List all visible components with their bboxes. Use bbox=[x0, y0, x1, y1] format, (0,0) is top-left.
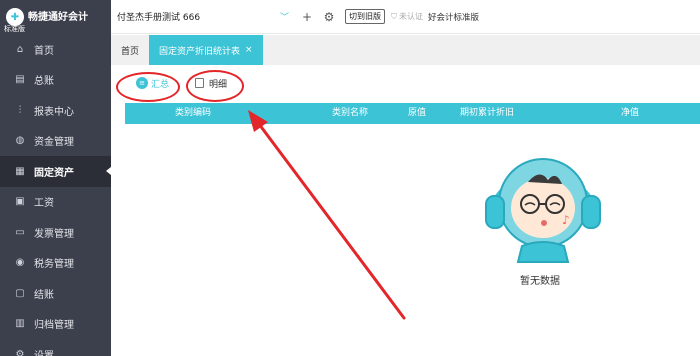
switch-old-version-button[interactable]: 切到旧版 bbox=[345, 9, 385, 24]
summary-button[interactable]: ≡ 汇总 bbox=[136, 73, 169, 93]
sidebar-item-funds[interactable]: ◍ 资金管理 bbox=[0, 126, 111, 157]
column-header: 净值 bbox=[621, 108, 640, 118]
svg-text:♪: ♪ bbox=[562, 213, 570, 227]
sidebar-item-label: 固定资产 bbox=[34, 167, 74, 179]
account-select[interactable]: 付圣杰手册测试 666 ﹀ bbox=[117, 6, 293, 28]
sidebar-item-label: 工资 bbox=[34, 198, 54, 210]
sidebar-item-label: 设置 bbox=[34, 347, 54, 356]
tab-label: 固定资产折旧统计表 bbox=[159, 46, 241, 57]
document-icon bbox=[195, 78, 205, 88]
gear-icon[interactable]: ⚙ bbox=[321, 9, 337, 25]
brand-badge: 标准版 bbox=[4, 25, 25, 33]
sidebar-item-home[interactable]: ⌂ 首页 bbox=[0, 34, 111, 65]
sidebar-item-settings[interactable]: ⚙ 设置 bbox=[0, 339, 111, 356]
sidebar-item-label: 发票管理 bbox=[34, 228, 74, 240]
unverified-label: 未认证 bbox=[399, 12, 423, 21]
sidebar: ✚ 畅捷通好会计 标准版 ⌂ 首页 ▤ 总账 ⫶ 报表中心 ◍ 资金管理 ▦ 固… bbox=[0, 0, 111, 356]
sidebar-item-ledger[interactable]: ▤ 总账 bbox=[0, 65, 111, 96]
empty-state-text: 暂无数据 bbox=[520, 276, 560, 287]
sidebar-item-label: 结账 bbox=[34, 289, 54, 301]
sidebar-item-label: 税务管理 bbox=[34, 259, 74, 271]
salary-icon: ▣ bbox=[15, 196, 25, 208]
table-header: 类别编码 类别名称 原值 期初累计折旧 净值 bbox=[125, 103, 700, 124]
view-toolbar: ≡ 汇总 明细 bbox=[111, 65, 700, 101]
chart-icon: ⫶ bbox=[18, 104, 22, 116]
close-icon[interactable]: × bbox=[245, 45, 253, 55]
tax-icon: ◉ bbox=[15, 257, 25, 269]
unverified-badge[interactable]: ⛉ 未认证 bbox=[391, 11, 423, 22]
gear-icon: ⚙ bbox=[15, 348, 25, 356]
app-window: ✚ 畅捷通好会计 标准版 ⌂ 首页 ▤ 总账 ⫶ 报表中心 ◍ 资金管理 ▦ 固… bbox=[0, 0, 700, 356]
shield-icon: ⛉ bbox=[391, 11, 397, 21]
account-name: 付圣杰手册测试 666 bbox=[117, 13, 201, 23]
sidebar-item-label: 总账 bbox=[34, 76, 54, 88]
sidebar-item-label: 归档管理 bbox=[34, 320, 74, 332]
sidebar-item-label: 资金管理 bbox=[34, 137, 74, 149]
column-header: 类别名称 bbox=[332, 108, 369, 118]
summary-label: 汇总 bbox=[151, 79, 170, 90]
summary-icon: ≡ bbox=[136, 77, 148, 89]
empty-mascot-icon: ♪ bbox=[485, 158, 601, 263]
topbar: 付圣杰手册测试 666 ﹀ + ⚙ 切到旧版 ⛉ 未认证 好会计标准版 bbox=[111, 0, 700, 34]
checkout-icon: ▢ bbox=[15, 287, 25, 299]
money-bag-icon: ◍ bbox=[15, 135, 25, 147]
invoice-icon: ▭ bbox=[15, 226, 25, 238]
sidebar-item-salary[interactable]: ▣ 工资 bbox=[0, 187, 111, 218]
chevron-down-icon: ﹀ bbox=[279, 13, 289, 23]
sidebar-item-label: 报表中心 bbox=[34, 106, 74, 118]
tab-bar: 首页 固定资产折旧统计表 × bbox=[111, 35, 700, 65]
detail-label: 明细 bbox=[209, 79, 228, 90]
edition-label: 好会计标准版 bbox=[428, 12, 480, 23]
tab-fixed-asset-depreciation[interactable]: 固定资产折旧统计表 × bbox=[149, 35, 263, 65]
sidebar-item-archive[interactable]: ▥ 归档管理 bbox=[0, 309, 111, 340]
sidebar-item-reports[interactable]: ⫶ 报表中心 bbox=[0, 95, 111, 126]
detail-button[interactable]: 明细 bbox=[195, 73, 227, 93]
archive-icon: ▥ bbox=[15, 318, 25, 330]
sidebar-nav: ⌂ 首页 ▤ 总账 ⫶ 报表中心 ◍ 资金管理 ▦ 固定资产 ▣ 工资 ▭ 发票… bbox=[0, 34, 111, 356]
sidebar-item-invoices[interactable]: ▭ 发票管理 bbox=[0, 217, 111, 248]
building-icon: ▦ bbox=[15, 165, 25, 177]
sidebar-item-checkout[interactable]: ▢ 结账 bbox=[0, 278, 111, 309]
tab-label: 首页 bbox=[121, 46, 140, 57]
sidebar-item-label: 首页 bbox=[34, 45, 54, 57]
home-icon: ⌂ bbox=[16, 43, 24, 55]
tab-home[interactable]: 首页 bbox=[111, 35, 149, 65]
brand-name: 畅捷通好会计 bbox=[28, 11, 88, 23]
sidebar-item-tax[interactable]: ◉ 税务管理 bbox=[0, 248, 111, 279]
column-header: 原值 bbox=[408, 108, 427, 118]
ledger-icon: ▤ bbox=[15, 74, 25, 86]
brand: ✚ 畅捷通好会计 标准版 bbox=[0, 0, 111, 34]
column-header: 期初累计折旧 bbox=[460, 108, 515, 118]
sidebar-item-fixed-assets[interactable]: ▦ 固定资产 bbox=[0, 156, 111, 187]
column-header: 类别编码 bbox=[175, 108, 212, 118]
add-icon[interactable]: + bbox=[299, 9, 315, 25]
